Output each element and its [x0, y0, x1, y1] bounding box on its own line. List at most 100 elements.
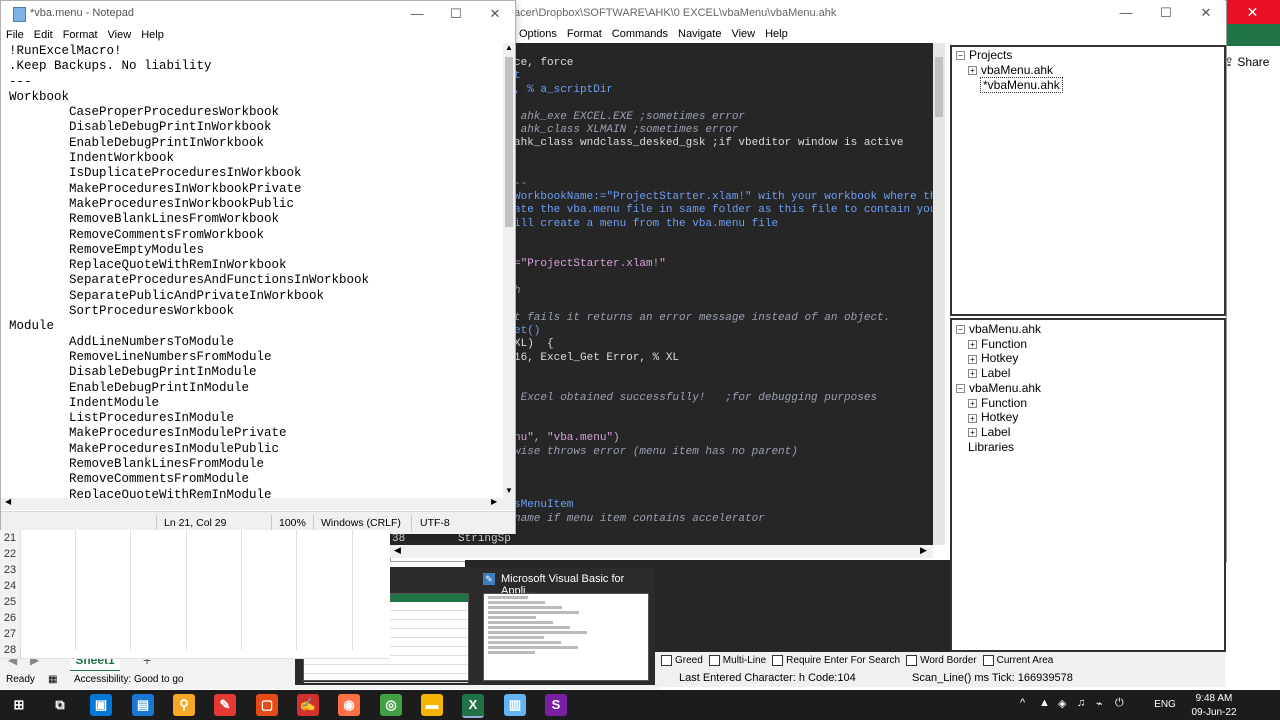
scroll-right-icon[interactable]: ▶ — [920, 545, 927, 556]
task-view-icon[interactable]: ⧉ — [49, 694, 71, 716]
menu-file[interactable]: File — [1, 27, 29, 43]
notepad-minimize-button[interactable]: — — [397, 1, 437, 27]
tree-node[interactable]: − vbaMenu.ahk — [956, 381, 1041, 395]
notepad-maximize-button[interactable]: ☐ — [436, 1, 476, 27]
store-icon[interactable]: ▣ — [90, 694, 112, 716]
tray-icon[interactable]: ▲ — [1039, 697, 1050, 709]
menu-edit[interactable]: Edit — [29, 27, 58, 43]
search-option[interactable]: Greed — [655, 654, 703, 666]
excel-row[interactable] — [0, 578, 390, 595]
tree-node[interactable]: + Label — [968, 425, 1010, 439]
ahk-menu-options[interactable]: Options — [514, 26, 562, 42]
menu-view[interactable]: View — [103, 27, 137, 43]
notepad-vertical-scrollbar[interactable]: ▲ ▼ — [503, 43, 515, 498]
tray-icon[interactable]: ⌁ — [1096, 697, 1103, 710]
ahk-minimize-button[interactable]: — — [1106, 0, 1146, 26]
ahk-menu-format[interactable]: Format — [562, 26, 607, 42]
s-app-icon[interactable]: S — [545, 694, 567, 716]
ahk-menu-commands[interactable]: Commands — [607, 26, 673, 42]
notepad-horizontal-scrollbar[interactable]: ◀ ▶ — [1, 497, 515, 510]
menu-help[interactable]: Help — [136, 27, 169, 43]
search-option[interactable]: Multi-Line — [703, 654, 766, 666]
expand-icon[interactable]: + — [968, 413, 977, 423]
share-button[interactable]: ⇪ Share — [1224, 55, 1280, 73]
search-option[interactable]: Require Enter For Search — [766, 654, 900, 666]
checkbox[interactable] — [982, 654, 994, 666]
notepad-close-button[interactable]: ✕ — [475, 1, 515, 27]
scroll-left-icon[interactable]: ◀ — [394, 545, 401, 556]
firefox-icon[interactable]: ◉ — [338, 694, 360, 716]
code-text[interactable]: ce, force t, % a_scriptDir ahk_exe EXCEL.… — [514, 57, 934, 545]
search-option[interactable]: Word Border — [900, 654, 977, 666]
excel-row[interactable] — [0, 546, 390, 563]
windows-start-icon[interactable]: ⊞ — [8, 694, 30, 716]
tree-node[interactable]: Libraries — [968, 440, 1014, 454]
excel-row[interactable] — [0, 562, 390, 579]
tray-icon[interactable]: ◈ — [1058, 697, 1066, 710]
excel-row[interactable] — [0, 626, 390, 643]
snip-icon[interactable]: ▢ — [256, 694, 278, 716]
excel-close-button[interactable]: ✕ — [1225, 0, 1280, 24]
checkbox[interactable] — [661, 654, 672, 666]
tree-node[interactable]: − vbaMenu.ahk — [956, 322, 1041, 336]
ahk-maximize-button[interactable]: ☐ — [1146, 0, 1186, 26]
checkbox[interactable] — [708, 654, 720, 666]
tree-node[interactable]: + Label — [968, 366, 1010, 380]
language-indicator[interactable]: ENG — [1150, 690, 1180, 720]
tray-icon[interactable]: ♫ — [1077, 697, 1085, 709]
scroll-left-icon[interactable]: ◀ — [5, 497, 11, 506]
system-clock[interactable]: 9:48 AM 09-Jun-22 — [1183, 690, 1245, 722]
scroll-right-icon[interactable]: ▶ — [491, 497, 497, 506]
ahk-menu-navigate[interactable]: Navigate — [673, 26, 726, 42]
tray-icon[interactable]: ^ — [1020, 697, 1025, 709]
tree-node[interactable]: + Function — [968, 396, 1027, 410]
tree-projects-root[interactable]: − Projects — [956, 48, 1012, 62]
collapse-icon[interactable]: − — [956, 384, 965, 394]
ahk-menu-help[interactable]: Help — [760, 26, 793, 42]
excel-taskbar-icon[interactable]: X — [462, 694, 484, 718]
checkbox[interactable] — [906, 654, 918, 666]
notepad-taskbar-icon[interactable]: ▥ — [504, 694, 526, 716]
expand-icon[interactable]: + — [968, 340, 977, 350]
collapse-icon[interactable]: − — [956, 325, 965, 335]
projects-tree-panel[interactable]: − Projects + vbaMenu.ahk *vbaMenu.ahk — [950, 45, 1226, 316]
tree-node[interactable]: + Function — [968, 337, 1027, 351]
expand-icon[interactable]: + — [968, 398, 977, 408]
tray-icon[interactable]: ⏻ — [1115, 697, 1124, 710]
excel-row[interactable] — [0, 642, 390, 659]
ahk-close-button[interactable]: ✕ — [1186, 0, 1226, 26]
tree-project-file[interactable]: *vbaMenu.ahk — [980, 77, 1063, 93]
scroll-down-icon[interactable]: ▼ — [505, 486, 513, 495]
search-option[interactable]: Current Area — [977, 654, 1053, 666]
symbol-tree-panel[interactable]: − vbaMenu.ahk + Function + Hotkey + Label − vbaMe… — [950, 318, 1226, 652]
code-horizontal-scrollbar[interactable]: ◀ ▶ — [390, 545, 933, 558]
scroll-up-icon[interactable]: ▲ — [505, 43, 513, 52]
excel-row[interactable] — [0, 610, 390, 627]
tool-icon[interactable]: ✎ — [214, 694, 236, 716]
macro-record-icon[interactable]: ▦ — [48, 671, 57, 689]
folder-icon[interactable]: ▬ — [421, 694, 443, 716]
app-blue-icon[interactable]: ▤ — [132, 694, 154, 716]
expand-icon[interactable]: + — [968, 369, 977, 379]
accessibility-status[interactable]: Accessibility: Good to go — [74, 671, 184, 689]
expand-icon[interactable]: + — [968, 354, 977, 364]
checkbox[interactable] — [772, 654, 784, 666]
excel-row[interactable] — [0, 594, 390, 611]
tree-node[interactable]: + Hotkey — [968, 410, 1018, 424]
ahk-menu-view[interactable]: View — [726, 26, 760, 42]
search-app-icon[interactable]: ⚲ — [173, 694, 195, 716]
notepad-scroll-thumb[interactable] — [505, 57, 513, 227]
thumbnail-preview[interactable] — [483, 593, 649, 681]
code-scroll-thumb[interactable] — [935, 57, 943, 117]
collapse-icon[interactable]: − — [956, 51, 965, 61]
menu-format[interactable]: Format — [58, 27, 103, 43]
tree-node[interactable]: + Hotkey — [968, 351, 1018, 365]
excel-row[interactable] — [0, 530, 390, 547]
pdf-icon[interactable]: ✍ — [297, 694, 319, 716]
expand-icon[interactable]: + — [968, 428, 977, 438]
expand-icon[interactable]: + — [968, 66, 977, 76]
notepad-text-area[interactable]: !RunExcelMacro! .Keep Backups. No liabili… — [9, 44, 503, 499]
chrome-icon[interactable]: ◎ — [380, 694, 402, 716]
code-vertical-scrollbar[interactable] — [933, 43, 945, 545]
tree-project-file[interactable]: + vbaMenu.ahk — [968, 63, 1053, 77]
